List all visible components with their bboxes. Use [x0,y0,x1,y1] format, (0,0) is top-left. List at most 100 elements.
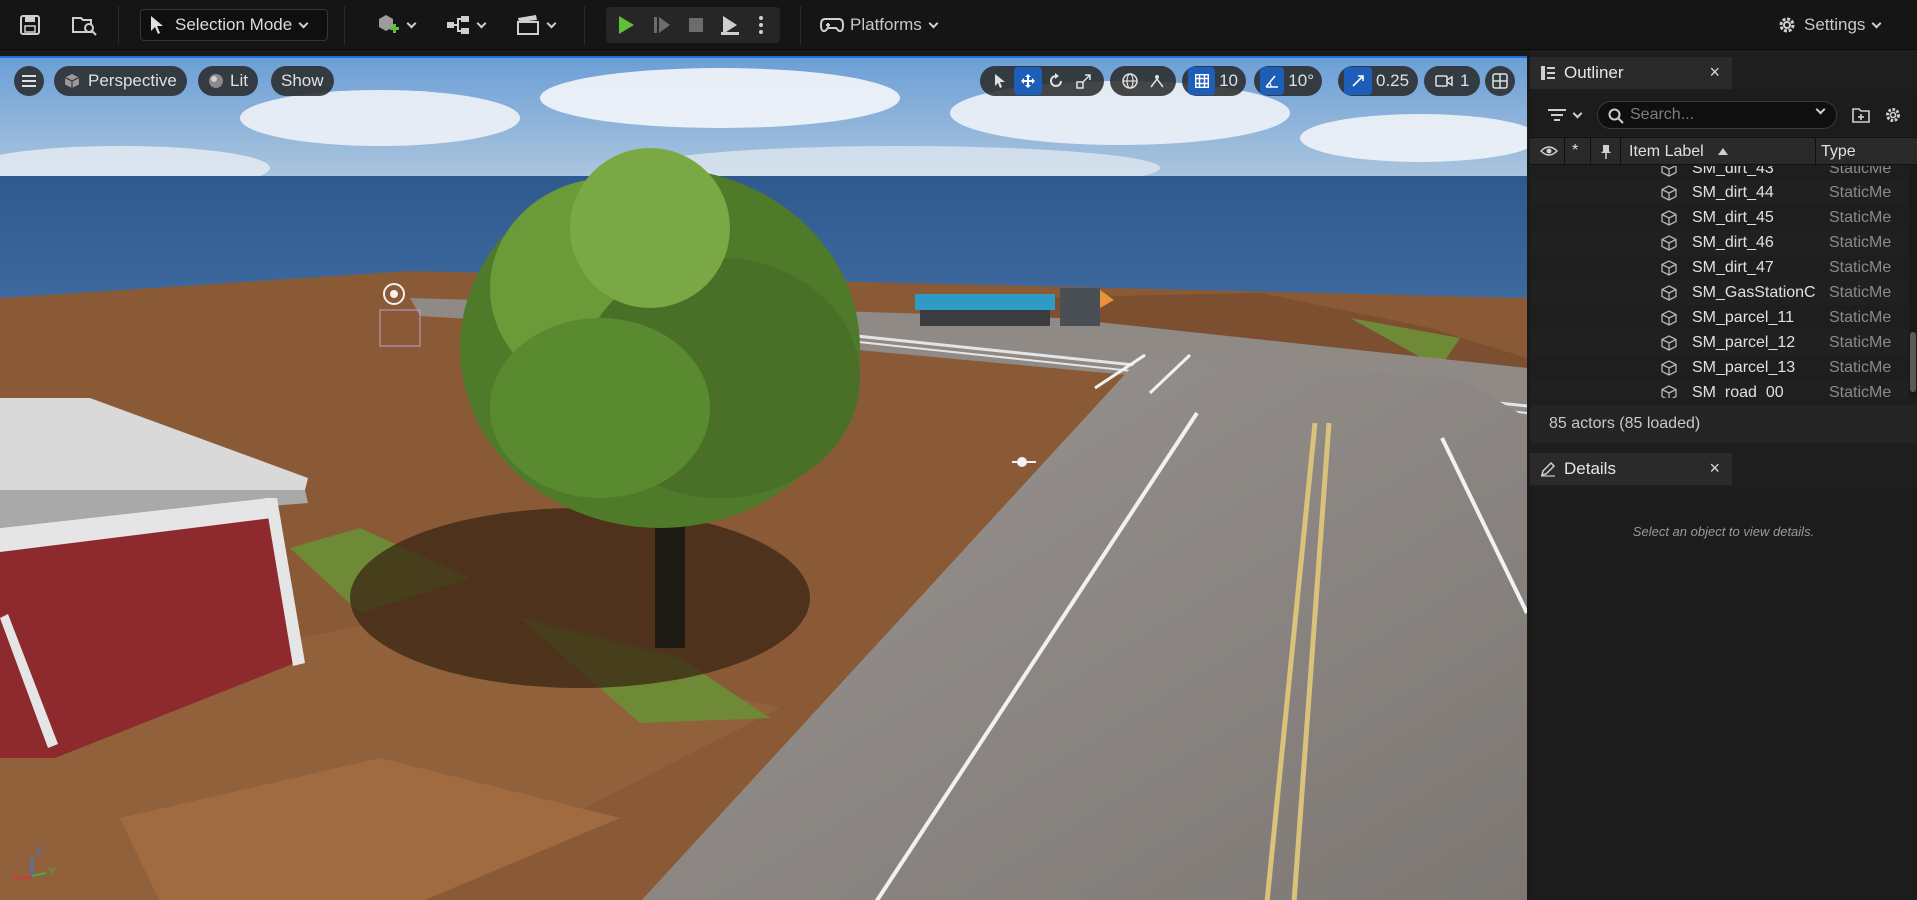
static-mesh-icon [1661,234,1677,251]
axis-x-label: X [12,872,20,884]
details-body [1530,487,1917,900]
rotation-snap-control[interactable]: 10° [1254,66,1322,96]
add-actor-icon [378,15,399,33]
viewport-options-button[interactable] [14,66,44,96]
type-column[interactable]: Type [1821,143,1856,161]
column-divider [1620,138,1621,165]
scale-tool-icon[interactable] [1070,67,1098,95]
static-mesh-icon [1661,259,1677,276]
add-actor-button[interactable] [372,9,418,41]
actor-count-status: 85 actors (85 loaded) [1530,405,1917,443]
side-panels: Outliner × Search... * Item Label Type S… [1530,50,1917,900]
world-space-icon[interactable] [1116,67,1143,95]
outliner-row[interactable]: SM_dirt_44 StaticMe [1530,180,1908,205]
perspective-dropdown[interactable]: Perspective [54,66,187,96]
close-icon[interactable]: × [1709,62,1720,83]
axis-z-label: Z [35,846,42,858]
outliner-tab[interactable]: Outliner × [1530,57,1732,89]
step-icon [654,17,670,33]
view-mode-dropdown[interactable]: Lit [198,66,258,96]
actor-count-text: 85 actors (85 loaded) [1549,415,1701,432]
pin-icon[interactable] [1600,144,1612,160]
outliner-row[interactable]: SM_dirt_47 StaticMe [1530,255,1908,280]
item-label-column[interactable]: Item Label [1629,143,1704,161]
scale-snap-control[interactable]: 0.25 [1338,66,1418,96]
chevron-down-icon[interactable] [1815,104,1826,115]
lit-sphere-icon [209,74,223,88]
play-button[interactable] [610,9,642,41]
outliner-row[interactable]: SM_dirt_43 StaticMe [1530,166,1908,181]
level-viewport[interactable]: Perspective Lit Show 10 10° 0.25 1 Z X Y [0,56,1527,900]
simulate-button[interactable] [646,9,678,41]
eject-button[interactable] [714,9,746,41]
rotation-snap-value: 10° [1288,71,1314,90]
platforms-dropdown[interactable]: Platforms [820,9,946,41]
scrollbar-thumb[interactable] [1910,332,1916,392]
outliner-settings-button[interactable] [1878,102,1908,128]
grid-snap-icon[interactable] [1188,67,1216,95]
gamepad-icon [820,18,844,33]
camera-speed-control[interactable]: 1 [1424,66,1480,96]
row-label: SM_dirt_45 [1692,208,1774,226]
close-icon[interactable]: × [1709,458,1720,479]
grid-snap-control[interactable]: 10 [1182,66,1246,96]
add-folder-button[interactable] [1846,102,1876,128]
outliner-list: SM_dirt_43 StaticMe SM_dirt_44 StaticMe … [1530,166,1908,398]
grid-snap-value: 10 [1219,71,1238,90]
outliner-row[interactable]: SM_road_00 StaticMe [1530,380,1908,398]
rotate-tool-icon[interactable] [1042,67,1070,95]
settings-label: Settings [1804,15,1866,34]
camera-icon[interactable] [1430,67,1458,95]
filter-dropdown[interactable] [1544,102,1584,128]
settings-dropdown[interactable]: Settings [1776,9,1896,41]
angle-snap-icon[interactable] [1260,67,1285,95]
select-tool-icon[interactable] [986,67,1014,95]
details-title: Details [1564,459,1616,478]
outliner-row[interactable]: SM_parcel_11 StaticMe [1530,305,1908,330]
favorite-star-icon[interactable]: * [1572,142,1578,160]
content-browser-icon[interactable] [68,9,100,41]
outliner-search-input[interactable]: Search... [1597,101,1837,129]
scale-snap-icon[interactable] [1344,67,1372,95]
row-label: SM_dirt_47 [1692,258,1774,276]
static-mesh-icon [1661,334,1677,351]
outliner-row[interactable]: SM_dirt_45 StaticMe [1530,205,1908,230]
blueprints-button[interactable] [442,9,488,41]
chevron-down-icon [546,18,556,28]
cinematics-button[interactable] [512,9,558,41]
chevron-down-icon [406,18,416,28]
translate-tool-icon[interactable] [1014,67,1042,95]
outliner-row[interactable]: SM_GasStationC StaticMe [1530,280,1908,305]
row-type: StaticMe [1829,283,1892,301]
outliner-scrollbar[interactable] [1909,166,1917,398]
static-mesh-icon [1661,309,1677,326]
row-label: SM_dirt_46 [1692,233,1774,251]
outliner-row[interactable]: SM_dirt_46 StaticMe [1530,230,1908,255]
static-mesh-icon [1661,166,1677,177]
outliner-icon [1541,66,1555,80]
show-label: Show [281,71,324,90]
outliner-row[interactable]: SM_parcel_13 StaticMe [1530,355,1908,380]
scene-render [0,58,1527,900]
selection-mode-dropdown[interactable]: Selection Mode [140,9,328,41]
perspective-label: Perspective [88,71,177,90]
surface-snap-icon[interactable] [1143,67,1170,95]
save-icon[interactable] [14,9,46,41]
stop-button[interactable] [680,9,712,41]
play-icon [619,16,634,34]
toolbar-divider [584,6,585,44]
blueprint-icon [446,16,469,34]
viewport-layout-button[interactable] [1485,66,1515,96]
chevron-down-icon [1572,108,1582,118]
outliner-row[interactable]: SM_parcel_12 StaticMe [1530,330,1908,355]
clapperboard-icon [516,15,539,35]
toolbar-divider [344,6,345,44]
layout-grid-icon [1492,73,1508,89]
visibility-eye-icon[interactable] [1540,145,1558,157]
lit-label: Lit [230,71,248,90]
details-tab[interactable]: Details × [1530,453,1732,485]
camera-speed-value: 1 [1460,71,1470,90]
details-pencil-icon [1540,461,1556,477]
show-dropdown[interactable]: Show [271,66,334,96]
more-options-icon[interactable] [748,9,774,41]
